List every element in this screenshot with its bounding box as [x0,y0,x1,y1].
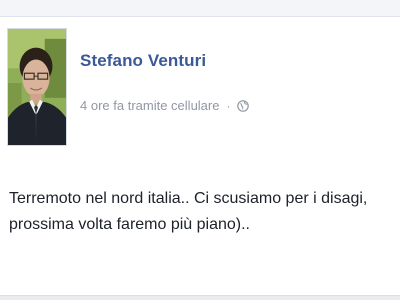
avatar-photo [8,29,66,145]
via-label: tramite cellulare [127,98,220,113]
screenshot-canvas: Stefano Venturi 4 ore fa tramite cellula… [0,0,400,300]
feed-top-edge [0,0,400,17]
post-message-line-1: Terremoto nel nord italia.. Ci scusiamo … [9,190,368,207]
post-message: Terremoto nel nord italia.. Ci scusiamo … [9,186,399,238]
timestamp-link[interactable]: 4 ore fa [80,98,124,113]
globe-icon[interactable] [237,99,250,112]
meta-separator: · [226,98,231,113]
author-name-link[interactable]: Stefano Venturi [80,51,206,71]
feed-bottom-edge [0,295,400,300]
post-message-line-2: prossima volta faremo più piano).. [9,216,250,233]
post-meta: 4 ore fa tramite cellulare · [80,98,250,113]
avatar[interactable] [7,28,67,146]
